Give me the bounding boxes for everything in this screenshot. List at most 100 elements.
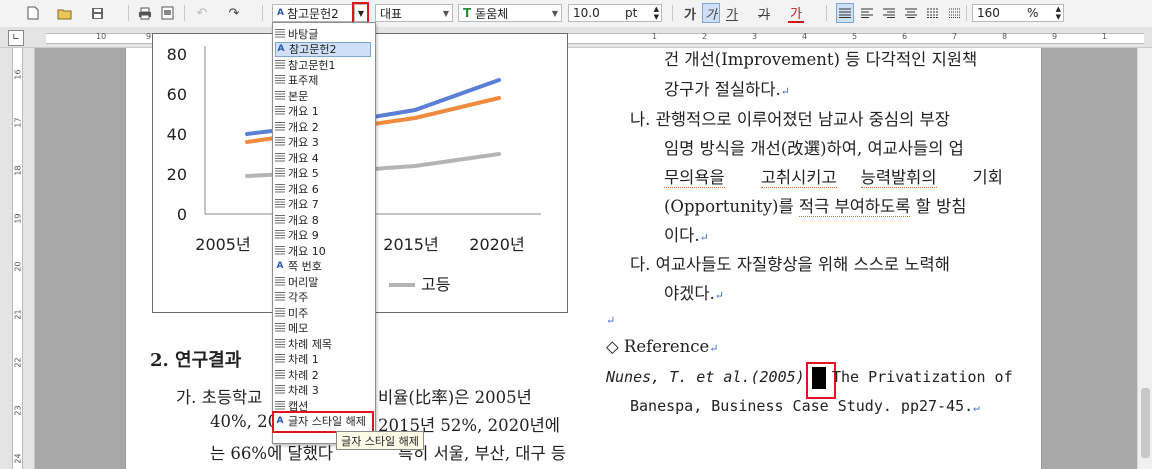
style-list-item[interactable]: 개요 8 (275, 212, 371, 227)
font-color-button[interactable]: 가 (788, 3, 804, 23)
redo-icon[interactable]: ↷ (224, 3, 244, 23)
style-list-label: 참고문헌1 (288, 58, 336, 72)
ruler-number: 1 (1102, 32, 1108, 41)
underline-button[interactable]: 가 (724, 3, 740, 23)
print-icon[interactable] (136, 3, 154, 23)
tab-type-icon[interactable]: ∟ (8, 30, 24, 46)
style-list-item[interactable]: A 쪽 번호 (275, 259, 371, 274)
item-na-line-5: 이다.↵ (664, 226, 709, 245)
paragraph-style-icon (275, 152, 285, 163)
style-list-item[interactable]: 본문 (275, 88, 371, 103)
style-list-label: 개요 4 (288, 151, 319, 165)
align-left-icon[interactable] (858, 3, 876, 23)
italic-button[interactable]: 가 (702, 3, 720, 23)
size-stepper-icon[interactable]: ▲ ▼ (654, 5, 659, 21)
paragraph-style-icon (275, 307, 285, 318)
ruler-number: 10 (96, 32, 107, 41)
open-folder-icon[interactable] (56, 3, 74, 23)
font-size-input[interactable]: 10.0 pt ▲ ▼ (568, 4, 662, 22)
bold-button[interactable]: 가 (682, 3, 698, 23)
style-list-item[interactable]: 개요 2 (275, 119, 371, 134)
style-list-item[interactable]: 개요 5 (275, 166, 371, 181)
style-list-label: 개요 10 (288, 244, 326, 258)
style-dropdown-list[interactable]: 바탕글 A 참고문헌2 참고문헌1 표주제 본문 개요 1 개요 2 개요 3 개요 4 개요 5개… (272, 22, 376, 444)
vruler-number: 22 (13, 357, 23, 368)
item-da-line-2: 야겠다.↵ (664, 284, 725, 303)
paragraph-style-icon (275, 230, 285, 240)
paragraph-style-icon (275, 354, 285, 364)
right-line-1: 건 개선(Improvement) 등 다각적인 지원책 (664, 50, 978, 69)
style-list-item[interactable]: 메모 (275, 321, 371, 336)
vruler-number: 18 (13, 165, 23, 176)
reference-title: ◇ Reference↵ (606, 337, 719, 356)
font-name-select[interactable]: T 돋움체 ▼ (458, 4, 562, 22)
vruler-number: 19 (13, 213, 23, 224)
font-language-select[interactable]: 대표 ▼ (375, 4, 453, 22)
new-document-icon[interactable] (24, 3, 42, 23)
style-list-item[interactable]: 참고문헌1 (275, 57, 371, 72)
paragraph-style-icon (275, 385, 285, 395)
ruler-number: 3 (752, 32, 758, 41)
vertical-ruler[interactable]: 16 17 18 19 20 21 22 23 24 (0, 48, 35, 469)
style-list-item[interactable]: 미주 (275, 305, 371, 320)
style-list-label: 개요 9 (288, 229, 319, 242)
zoom-stepper-icon[interactable]: ▲ ▼ (1056, 5, 1061, 21)
style-list-label: 차례 2 (288, 368, 319, 382)
paragraph-style-icon (275, 338, 285, 349)
y-tick-label: 0 (177, 205, 187, 224)
align-justify-icon[interactable] (836, 3, 854, 23)
style-list-item[interactable]: 개요 4 (275, 150, 371, 165)
style-list-label: 각주 (288, 291, 309, 304)
style-list-item[interactable]: 개요 9 (275, 228, 371, 243)
paragraph-style-icon (275, 199, 285, 209)
style-list-label: 본문 (288, 89, 309, 103)
style-list-item[interactable]: 차례 1 (275, 352, 371, 367)
paragraph-style-icon (275, 276, 285, 287)
vruler-number: 24 (13, 453, 23, 464)
style-list-item[interactable]: 바탕글 (275, 26, 371, 41)
vruler-number: 17 (13, 117, 23, 128)
paragraph-style-icon (275, 59, 285, 70)
ruler-number: 2 (702, 32, 708, 41)
strikethrough-button[interactable]: 가 (756, 3, 772, 23)
style-list-item[interactable]: 차례 제목 (275, 336, 371, 351)
vruler-number: 20 (13, 261, 23, 272)
style-list-item[interactable]: 개요 10 (275, 243, 371, 258)
style-list-label: 바탕글 (288, 27, 319, 41)
style-list-label: 머리말 (288, 275, 319, 289)
distribute-icon[interactable] (924, 3, 942, 23)
y-tick-label: 60 (167, 85, 187, 104)
align-right-icon[interactable] (880, 3, 898, 23)
undo-icon[interactable]: ↶ (192, 3, 212, 23)
style-list-item[interactable]: 개요 1 (275, 104, 371, 119)
zoom-input[interactable]: 160 % ▲ ▼ (972, 4, 1064, 22)
ruler-number: 5 (852, 32, 858, 41)
scroll-thumb[interactable] (1141, 388, 1150, 458)
style-list-label: 개요 7 (288, 198, 319, 211)
ruler-number: 9 (146, 32, 152, 41)
item-da-line-1: 다. 여교사들도 자질향상을 위해 스스로 노력해 (630, 255, 950, 274)
style-list-item[interactable]: 차례 2 (275, 367, 371, 382)
align-center-icon[interactable] (902, 3, 920, 23)
style-list-item[interactable]: 머리말 (275, 274, 371, 289)
style-list-label: 개요 1 (288, 105, 319, 118)
style-list-item[interactable]: 개요 7 (275, 197, 371, 212)
style-list-item[interactable]: 표주제 (275, 73, 371, 88)
print-preview-icon[interactable] (158, 3, 176, 23)
legend-label: 고등 (421, 275, 450, 294)
vruler-number: 23 (13, 405, 23, 416)
vertical-scrollbar[interactable] (1137, 48, 1152, 469)
ruler-number: 7 (952, 32, 958, 41)
item-na-line-3: 무의욕을 고취시키고 능력발휘의 기회 (664, 168, 1003, 188)
style-list-item[interactable]: A 참고문헌2 (275, 41, 371, 57)
paragraph-style-icon (275, 369, 285, 380)
style-list-item[interactable]: 각주 (275, 290, 371, 305)
paragraph-style-icon (275, 323, 285, 333)
style-list-label: 개요 5 (288, 167, 319, 180)
style-list-item[interactable]: 개요 3 (275, 135, 371, 150)
style-list-item[interactable]: 개요 6 (275, 181, 371, 196)
save-icon[interactable] (88, 3, 106, 23)
style-list-item[interactable]: 차례 3 (275, 383, 371, 398)
divide-icon[interactable] (946, 3, 964, 23)
paragraph-style-icon (275, 183, 285, 194)
